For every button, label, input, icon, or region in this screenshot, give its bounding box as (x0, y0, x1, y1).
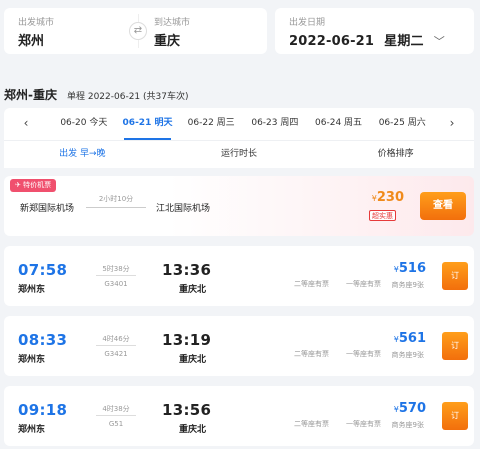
route-header: 郑州-重庆 单程 2022-06-21 (共37车次) (4, 84, 189, 102)
date-tab[interactable]: 06-22 周三 (179, 108, 243, 140)
price: ¥516 (394, 261, 426, 276)
arrive-time: 13:56 (162, 401, 212, 419)
promo-badge: ✈ 特价机票 (10, 179, 57, 192)
chevron-down-icon[interactable]: ﹀ (434, 33, 445, 51)
arrive-time: 13:19 (162, 331, 212, 349)
sort-by-duration[interactable]: 运行时长 (161, 141, 318, 168)
train-card[interactable]: 08:33 郑州东 4时46分 G3421 13:19 重庆北 二等座有票 一等… (4, 316, 474, 376)
first-class-availability: 一等座有票 (346, 280, 381, 288)
date-tab[interactable]: 06-25 周六 (370, 108, 434, 140)
promo-from-airport: 新郑国际机场 (20, 204, 75, 214)
date-tab-list: 06-20 今天 06-21 明天 06-22 周三 06-23 周四 06-2… (52, 108, 434, 140)
train-number: G51 (108, 420, 124, 428)
date-label: 出发日期 (289, 18, 326, 28)
depart-time: 07:58 (18, 261, 68, 279)
duration: 4时38分 (102, 405, 130, 413)
arrow-right-icon: → (88, 149, 97, 159)
chevron-right-icon[interactable]: › (438, 108, 466, 140)
train-card[interactable]: 09:18 郑州东 4时38分 G51 13:56 重庆北 二等座有票 一等座有… (4, 386, 474, 446)
duration: 5时38分 (102, 265, 130, 273)
promo-price: ¥230 (372, 190, 404, 205)
train-number: G3401 (104, 280, 128, 288)
date-selector[interactable]: 出发日期 2022-06-21 星期二 ﹀ (275, 8, 474, 54)
train-number: G3421 (104, 350, 128, 358)
date-tab[interactable]: 06-20 今天 (52, 108, 116, 140)
book-button[interactable]: 订 (442, 332, 468, 360)
promo-badge-text: 特价机票 (23, 181, 52, 189)
depart-time: 08:33 (18, 331, 68, 349)
second-class-availability: 二等座有票 (294, 350, 329, 358)
duration: 4时46分 (102, 335, 130, 343)
price-value: 570 (398, 401, 426, 416)
view-flight-button[interactable]: 查看 (420, 192, 466, 220)
weekday-text: 星期二 (384, 34, 424, 49)
to-city-value[interactable]: 重庆 (154, 33, 190, 51)
date-tabs: ‹ 06-20 今天 06-21 明天 06-22 周三 06-23 周四 06… (4, 108, 474, 140)
promo-to-airport: 江北国际机场 (156, 204, 211, 214)
promo-duration-line (86, 207, 146, 208)
book-button[interactable]: 订 (442, 262, 468, 290)
first-class-availability: 一等座有票 (346, 420, 381, 428)
date-text: 2022-06-21 (289, 34, 375, 49)
business-class-availability: 商务座9张 (391, 421, 424, 429)
route-title: 郑州-重庆 (4, 88, 57, 102)
to-station: 重庆北 (179, 355, 207, 365)
plane-icon: ✈ (15, 181, 21, 189)
to-station: 重庆北 (179, 425, 207, 435)
route-subtitle: 单程 2022-06-21 (共37车次) (66, 92, 189, 102)
price: ¥561 (394, 331, 426, 346)
from-station: 郑州东 (18, 425, 46, 435)
date-value[interactable]: 2022-06-21 星期二 ﹀ (289, 33, 474, 51)
first-class-availability: 一等座有票 (346, 350, 381, 358)
business-class-availability: 商务座9张 (391, 351, 424, 359)
to-city-label: 到达城市 (154, 18, 191, 28)
price-value: 561 (398, 331, 426, 346)
train-card[interactable]: 07:58 郑州东 5时38分 G3401 13:36 重庆北 二等座有票 一等… (4, 246, 474, 306)
sort-departure-label: 出发 早 (59, 149, 89, 159)
depart-time: 09:18 (18, 401, 68, 419)
from-city-label: 出发城市 (18, 18, 55, 28)
date-tab-active[interactable]: 06-21 明天 (116, 108, 180, 140)
promo-tag: 超实惠 (369, 210, 396, 221)
to-station: 重庆北 (179, 285, 207, 295)
date-tab[interactable]: 06-24 周五 (307, 108, 371, 140)
from-station: 郑州东 (18, 355, 46, 365)
promo-price-value: 230 (376, 190, 404, 205)
sort-by-departure[interactable]: 出发 早→晚 (4, 141, 161, 168)
to-city-field[interactable]: 到达城市 重庆 (154, 8, 190, 54)
from-city-value[interactable]: 郑州 (18, 33, 54, 51)
duration-line (96, 345, 136, 346)
second-class-availability: 二等座有票 (294, 280, 329, 288)
second-class-availability: 二等座有票 (294, 420, 329, 428)
price-value: 516 (398, 261, 426, 276)
date-tab[interactable]: 06-23 周四 (243, 108, 307, 140)
business-class-availability: 商务座9张 (391, 281, 424, 289)
city-selector: 出发城市 郑州 ⇄ 到达城市 重庆 (4, 8, 267, 54)
swap-icon[interactable]: ⇄ (129, 22, 147, 40)
chevron-left-icon[interactable]: ‹ (12, 108, 40, 140)
arrive-time: 13:36 (162, 261, 212, 279)
sort-departure-suffix: 晚 (96, 149, 106, 159)
duration-line (96, 415, 136, 416)
promo-duration: 2小时10分 (98, 195, 134, 203)
duration-line (96, 275, 136, 276)
search-bar: 出发城市 郑州 ⇄ 到达城市 重庆 出发日期 2022-06-21 星期二 ﹀ (4, 8, 474, 54)
sort-by-price[interactable]: 价格排序 (317, 141, 474, 168)
flight-promo-card: ✈ 特价机票 新郑国际机场 2小时10分 江北国际机场 ¥230 超实惠 查看 (4, 176, 474, 236)
from-station: 郑州东 (18, 285, 46, 295)
sort-bar: 出发 早→晚 运行时长 价格排序 (4, 140, 474, 168)
from-city-field[interactable]: 出发城市 郑州 (18, 8, 54, 54)
book-button[interactable]: 订 (442, 402, 468, 430)
price: ¥570 (394, 401, 426, 416)
